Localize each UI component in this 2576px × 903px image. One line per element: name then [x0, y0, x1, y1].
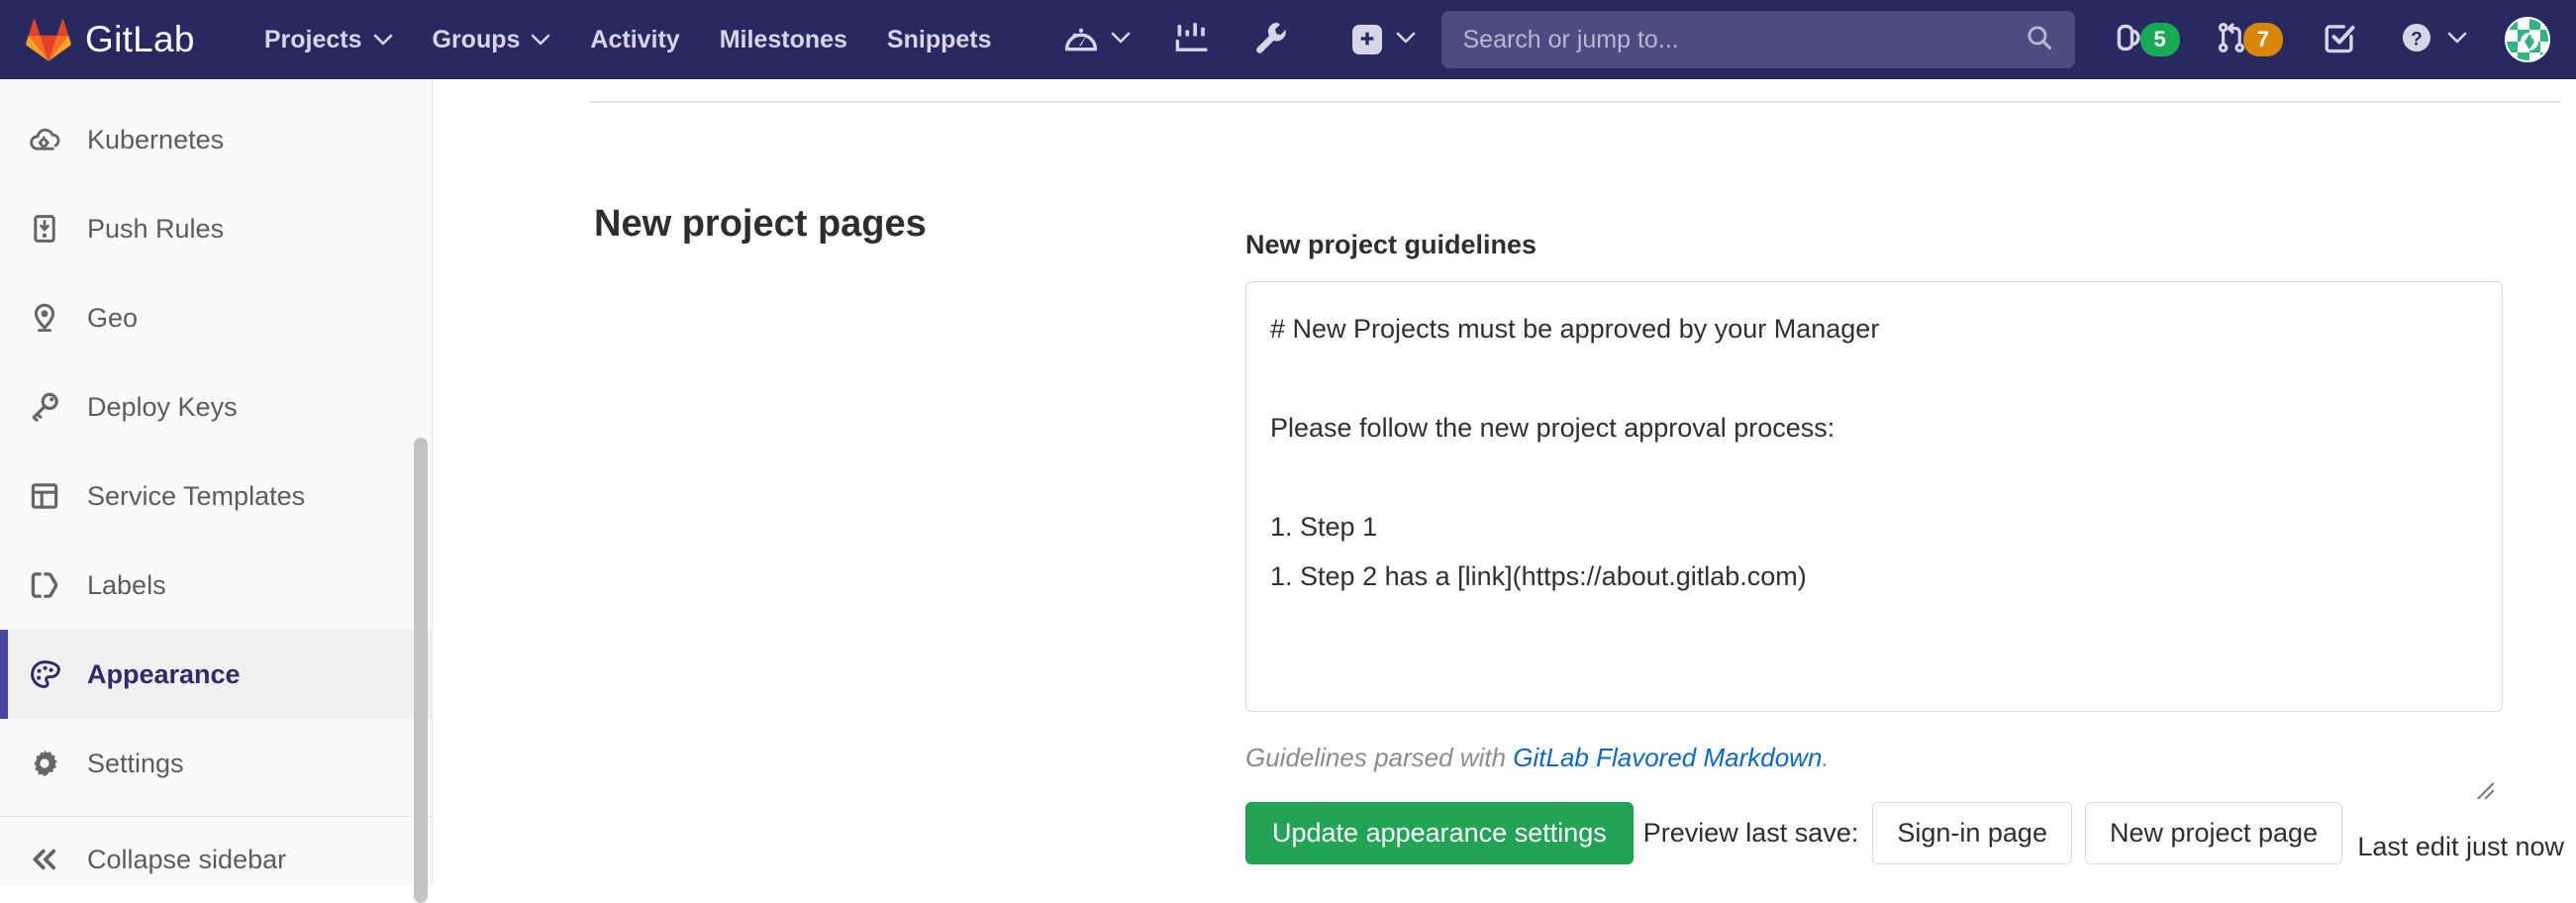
sidebar-item-label: Deploy Keys — [87, 392, 238, 423]
chevron-down-icon — [1396, 31, 1416, 49]
todos-checkbox-icon — [2323, 21, 2356, 59]
dashboard-speedometer-icon — [1063, 20, 1099, 60]
main-content: New project pages New project guidelines… — [434, 79, 2576, 885]
preview-last-save-label: Preview last save: — [1643, 818, 1859, 849]
nav-milestones[interactable]: Milestones — [700, 0, 867, 79]
issues-count-badge: 5 — [2140, 23, 2180, 56]
admin-wrench-icon — [1253, 20, 1289, 60]
global-search[interactable]: Search or jump to... — [1441, 11, 2075, 68]
nav-snippets[interactable]: Snippets — [867, 0, 1012, 79]
update-appearance-settings-button[interactable]: Update appearance settings — [1245, 802, 1634, 864]
sidebar-item-labels[interactable]: Labels — [0, 541, 432, 630]
create-new-button[interactable] — [1340, 25, 1428, 54]
gitlab-tanuki-logo-icon — [26, 18, 71, 61]
sidebar-scrollbar[interactable] — [414, 438, 430, 903]
kubernetes-cloud-gear-icon — [28, 124, 61, 155]
brand-name: GitLab — [85, 19, 195, 60]
sidebar-scrollbar-thumb[interactable] — [414, 438, 428, 903]
help-question-icon: ? — [2400, 21, 2433, 59]
issues-counter[interactable]: 5 — [2095, 0, 2198, 79]
sidebar-item-geo[interactable]: Geo — [0, 273, 432, 362]
help-button[interactable]: ? — [2378, 0, 2489, 79]
search-input-placeholder[interactable]: Search or jump to... — [1463, 26, 2026, 54]
chevron-down-icon — [1111, 31, 1131, 49]
top-navbar: GitLab Projects Groups Activity Mileston… — [0, 0, 2576, 79]
admin-sidebar: Kubernetes Push Rules Geo — [0, 79, 433, 885]
gitlab-brand[interactable]: GitLab — [26, 18, 195, 61]
nav-icon-group — [1041, 0, 1311, 79]
sidebar-item-list: Kubernetes Push Rules Geo — [0, 79, 432, 808]
sidebar-item-settings[interactable]: Settings — [0, 719, 432, 808]
sidebar-item-deploy-keys[interactable]: Deploy Keys — [0, 362, 432, 452]
sidebar-item-label: Service Templates — [87, 481, 305, 512]
nav-projects-label: Projects — [264, 26, 362, 54]
hint-prefix: Guidelines parsed with — [1245, 743, 1513, 772]
sidebar-item-kubernetes[interactable]: Kubernetes — [0, 95, 432, 184]
page-title: New project pages — [594, 203, 927, 246]
merge-requests-counter[interactable]: 7 — [2198, 0, 2301, 79]
labels-icon — [28, 569, 61, 601]
search-icon — [2026, 24, 2053, 56]
chevron-double-left-icon — [28, 844, 61, 875]
todos-button[interactable] — [2301, 0, 2378, 79]
sidebar-item-label: Kubernetes — [87, 125, 224, 155]
deploy-key-icon — [28, 391, 61, 423]
chevron-down-icon — [531, 34, 550, 46]
dashboard-speedometer-button[interactable] — [1041, 0, 1152, 79]
nav-activity[interactable]: Activity — [570, 0, 699, 79]
preview-new-project-page-button[interactable]: New project page — [2085, 802, 2342, 864]
nav-groups[interactable]: Groups — [413, 0, 571, 79]
sidebar-item-label: Labels — [87, 570, 166, 601]
nav-groups-label: Groups — [433, 26, 521, 54]
sidebar-item-service-templates[interactable]: Service Templates — [0, 452, 432, 541]
analytics-chart-icon — [1174, 20, 1210, 60]
user-avatar[interactable] — [2505, 17, 2550, 62]
nav-projects[interactable]: Projects — [245, 0, 413, 79]
collapse-sidebar-button[interactable]: Collapse sidebar — [0, 817, 432, 902]
analytics-button[interactable] — [1152, 0, 1232, 79]
sidebar-item-label: Geo — [87, 303, 138, 334]
last-edit-timestamp: Last edit just now — [2357, 832, 2564, 862]
guidelines-textarea[interactable]: # New Projects must be approved by your … — [1245, 281, 2503, 712]
guidelines-hint: Guidelines parsed with GitLab Flavored M… — [1245, 743, 2503, 773]
sidebar-item-label: Push Rules — [87, 214, 224, 245]
preview-sign-in-page-button[interactable]: Sign-in page — [1872, 802, 2072, 864]
appearance-palette-icon — [28, 658, 61, 690]
plus-square-icon — [1352, 25, 1382, 54]
merge-requests-count-badge: 7 — [2243, 23, 2283, 56]
geo-location-pin-icon — [28, 302, 61, 334]
primary-nav: Projects Groups Activity Milestones Snip… — [245, 0, 1012, 79]
service-templates-icon — [28, 480, 61, 512]
admin-area-button[interactable] — [1232, 0, 1311, 79]
hint-suffix: . — [1822, 743, 1829, 772]
chevron-down-icon — [373, 34, 393, 46]
settings-gear-icon — [28, 748, 61, 779]
appearance-form: New project guidelines # New Projects mu… — [1245, 230, 2503, 864]
sidebar-item-push-rules[interactable]: Push Rules — [0, 184, 432, 273]
sidebar-item-label: Appearance — [87, 659, 241, 690]
push-rules-icon — [28, 213, 61, 245]
chevron-down-icon — [2447, 31, 2467, 49]
svg-text:?: ? — [2411, 29, 2423, 50]
textarea-resize-grip[interactable] — [2473, 778, 2495, 800]
guidelines-field-label: New project guidelines — [1245, 230, 2503, 260]
form-actions: Update appearance settings Preview last … — [1245, 802, 2503, 864]
section-divider — [590, 101, 2560, 103]
sidebar-item-label: Settings — [87, 749, 184, 779]
collapse-sidebar-label: Collapse sidebar — [87, 845, 286, 875]
sidebar-item-appearance[interactable]: Appearance — [0, 630, 432, 719]
gitlab-flavored-markdown-link[interactable]: GitLab Flavored Markdown — [1513, 743, 1822, 772]
